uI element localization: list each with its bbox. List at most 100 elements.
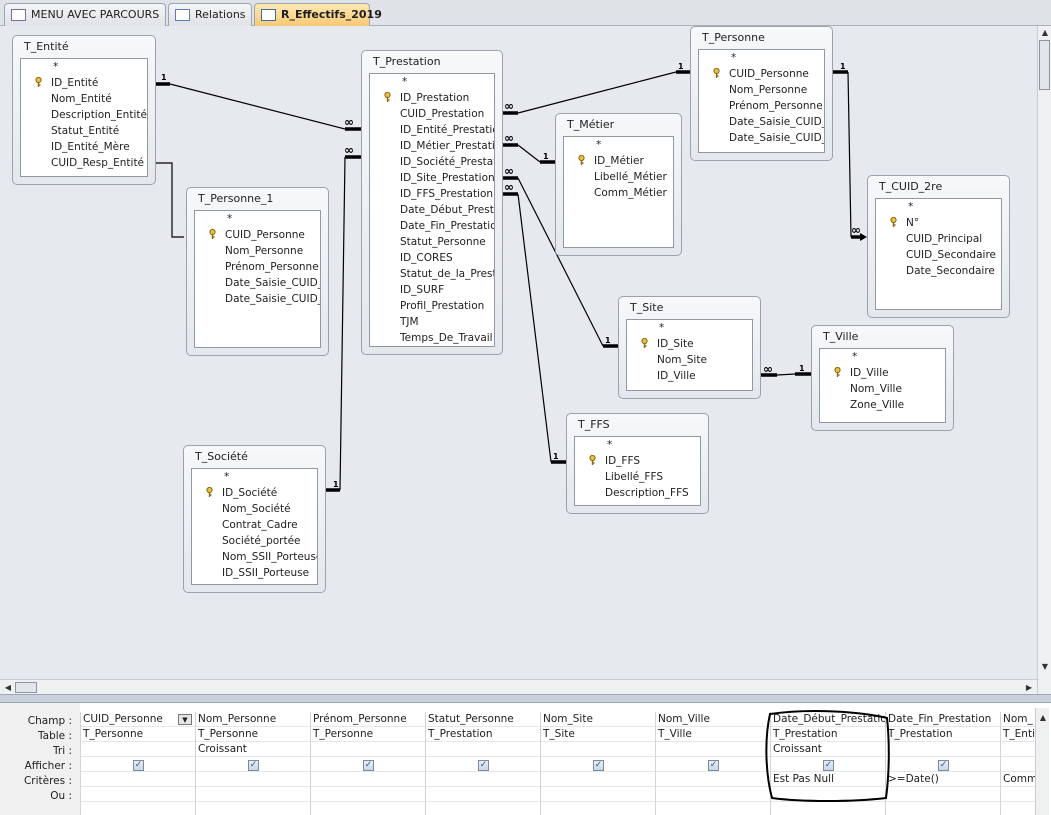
field-item[interactable]: TJM xyxy=(370,314,494,330)
field-item[interactable]: ID_Entité_Prestation xyxy=(370,122,494,138)
show-checkbox[interactable]: ✓ xyxy=(478,760,489,771)
field-item[interactable]: Date_Saisie_CUID_T xyxy=(699,130,824,146)
sort-cell[interactable]: Croissant xyxy=(196,742,310,757)
field-item[interactable]: ID_FFS xyxy=(575,453,700,469)
criteria-cell[interactable] xyxy=(311,772,425,787)
field-list[interactable]: * ID_Site Nom_Site ID_Ville xyxy=(626,319,753,391)
field-item[interactable]: CUID_Prestation xyxy=(370,106,494,122)
field-item[interactable]: * xyxy=(699,50,824,66)
criteria-cell[interactable] xyxy=(426,772,540,787)
criteria-cell[interactable] xyxy=(196,772,310,787)
sort-cell[interactable] xyxy=(426,742,540,757)
field-item[interactable]: N° xyxy=(876,215,1001,231)
table-ville[interactable]: T_Ville * ID_Ville Nom_Ville Zone_Ville xyxy=(811,325,954,431)
field-list[interactable]: * ID_FFS Libellé_FFS Description_FFS xyxy=(574,436,701,506)
table-metier[interactable]: T_Métier * ID_Métier Libellé_Métier Comm_Mét… xyxy=(555,113,682,256)
field-item[interactable]: CUID_Resp_Entité xyxy=(21,155,147,171)
show-checkbox[interactable]: ✓ xyxy=(248,760,259,771)
or-cell[interactable] xyxy=(541,787,655,802)
field-item[interactable]: ID_CORES xyxy=(370,250,494,266)
field-item[interactable]: * xyxy=(370,74,494,90)
criteria-cell[interactable] xyxy=(541,772,655,787)
field-item[interactable]: ID_Société_Prestation xyxy=(370,154,494,170)
scroll-left-icon[interactable]: ◀ xyxy=(1,681,15,694)
table-title[interactable]: T_Personne xyxy=(702,31,765,44)
grid-column[interactable]: Nom_ T_Enti Comm xyxy=(1000,712,1035,815)
scroll-right-icon[interactable]: ▶ xyxy=(1022,681,1036,694)
grid-column[interactable]: CUID_Personne ▼ T_Personne ✓ xyxy=(80,712,195,815)
sort-cell[interactable] xyxy=(886,742,1000,757)
scroll-up-icon[interactable]: ▲ xyxy=(1036,711,1050,724)
field-item[interactable]: Nom_Ville xyxy=(820,381,945,397)
chevron-down-icon[interactable]: ▼ xyxy=(178,714,192,725)
show-cell[interactable] xyxy=(1001,757,1035,772)
field-list[interactable]: * CUID_Personne Nom_Personne Prénom_Personn… xyxy=(698,49,825,153)
field-item[interactable]: ID_Ville xyxy=(627,368,752,384)
grid-column[interactable]: Nom_Site T_Site ✓ xyxy=(540,712,655,815)
sort-cell[interactable] xyxy=(1001,742,1035,757)
field-item[interactable]: CUID_Secondaire xyxy=(876,247,1001,263)
show-cell[interactable]: ✓ xyxy=(541,757,655,772)
field-item[interactable]: * xyxy=(627,320,752,336)
field-cell[interactable]: Statut_Personne xyxy=(426,712,540,727)
table-title[interactable]: T_Métier xyxy=(567,118,614,131)
field-item[interactable]: Profil_Prestation xyxy=(370,298,494,314)
field-item[interactable]: ID_Entité xyxy=(21,75,147,91)
field-item[interactable]: Prénom_Personne xyxy=(195,259,320,275)
field-item[interactable]: CUID_Personne xyxy=(699,66,824,82)
table-cell[interactable]: T_Prestation xyxy=(886,727,1000,742)
show-checkbox[interactable]: ✓ xyxy=(938,760,949,771)
tab-menu-avec-parcours[interactable]: MENU AVEC PARCOURS xyxy=(4,3,166,26)
field-item[interactable]: ID_SURF xyxy=(370,282,494,298)
field-item[interactable]: ID_Société xyxy=(192,485,317,501)
field-item[interactable]: Date_Fin_Prestation xyxy=(370,218,494,234)
field-item[interactable]: * xyxy=(21,59,147,75)
table-cell[interactable]: T_Personne xyxy=(196,727,310,742)
field-item[interactable]: Libellé_FFS xyxy=(575,469,700,485)
field-item[interactable]: * xyxy=(876,199,1001,215)
field-list[interactable]: * ID_Entité Nom_Entité Description_Entité St… xyxy=(20,58,148,177)
field-item[interactable]: * xyxy=(820,349,945,365)
table-title[interactable]: T_Ville xyxy=(823,330,858,343)
field-item[interactable]: Date_Secondaire xyxy=(876,263,1001,279)
field-cell[interactable]: Date_Fin_Prestation xyxy=(886,712,1000,727)
field-item[interactable]: Zone_Ville xyxy=(820,397,945,413)
field-item[interactable]: Libellé_Métier xyxy=(564,169,673,185)
field-item[interactable]: ID_FFS_Prestation xyxy=(370,186,494,202)
table-cell[interactable]: T_Prestation xyxy=(426,727,540,742)
table-title[interactable]: T_Entité xyxy=(24,40,69,53)
grid-column[interactable]: Date_Fin_Prestation T_Prestation ✓ >=Dat… xyxy=(885,712,1000,815)
table-title[interactable]: T_FFS xyxy=(578,418,610,431)
or-cell[interactable] xyxy=(311,787,425,802)
horizontal-scrollbar[interactable]: ◀ ▶ xyxy=(0,679,1037,694)
field-item[interactable]: Date_Début_Prestation xyxy=(370,202,494,218)
field-item[interactable]: Prénom_Personne xyxy=(699,98,824,114)
scroll-down-icon[interactable]: ▼ xyxy=(1038,660,1051,673)
show-cell[interactable]: ✓ xyxy=(311,757,425,772)
grid-column[interactable]: Prénom_Personne T_Personne ✓ xyxy=(310,712,425,815)
table-prestation[interactable]: T_Prestation * ID_Prestation CUID_Prestatio… xyxy=(361,50,503,355)
field-cell[interactable]: CUID_Personne ▼ xyxy=(81,712,195,727)
field-item[interactable]: Date_Saisie_CUID_C xyxy=(699,114,824,130)
or-cell[interactable] xyxy=(1001,787,1035,802)
field-item[interactable]: ID_Entité_Mère xyxy=(21,139,147,155)
field-item[interactable]: * xyxy=(192,469,317,485)
show-cell[interactable]: ✓ xyxy=(196,757,310,772)
show-checkbox[interactable]: ✓ xyxy=(593,760,604,771)
field-item[interactable]: Nom_SSII_Porteuse xyxy=(192,549,317,565)
field-item[interactable]: Contrat_Cadre xyxy=(192,517,317,533)
table-cuid2re[interactable]: T_CUID_2re * N° CUID_Principal CUID_Secondai… xyxy=(867,175,1010,318)
show-cell[interactable]: ✓ xyxy=(886,757,1000,772)
field-item[interactable]: CUID_Principal xyxy=(876,231,1001,247)
field-item[interactable]: ID_Site xyxy=(627,336,752,352)
field-item[interactable]: Nom_Société xyxy=(192,501,317,517)
grid-column[interactable]: Statut_Personne T_Prestation ✓ xyxy=(425,712,540,815)
table-cell[interactable]: T_Site xyxy=(541,727,655,742)
or-cell[interactable] xyxy=(886,787,1000,802)
tab-r-effectifs-2019[interactable]: R_Effectifs_2019 xyxy=(254,3,382,26)
scroll-up-icon[interactable]: ▲ xyxy=(1038,26,1051,39)
field-item[interactable]: ID_Métier xyxy=(564,153,673,169)
vertical-scrollbar[interactable]: ▲ ▼ xyxy=(1037,26,1051,694)
table-personne1[interactable]: T_Personne_1 * CUID_Personne Nom_Personne Pr… xyxy=(186,187,329,356)
grid-column[interactable]: Nom_Personne T_Personne Croissant ✓ xyxy=(195,712,310,815)
